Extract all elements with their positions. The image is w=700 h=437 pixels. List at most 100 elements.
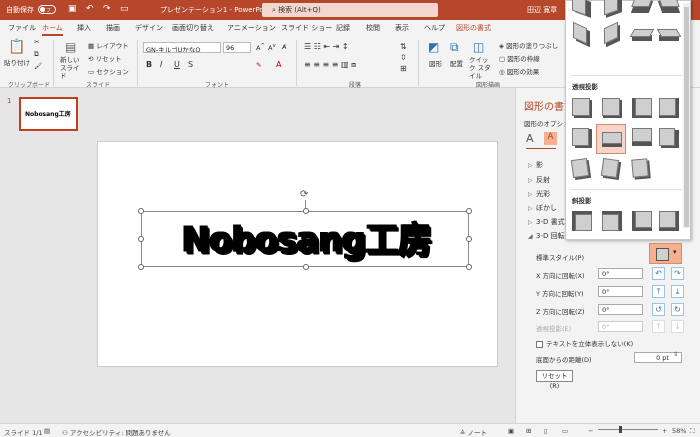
section-glow[interactable]: ▷ 光彩 [528, 189, 550, 199]
preset-oblique-4[interactable] [657, 209, 681, 233]
tab-design[interactable]: デザイン [135, 23, 163, 33]
preset-perspective-11[interactable] [630, 157, 654, 181]
tab-view[interactable]: 表示 [395, 23, 409, 33]
text-effects-icon[interactable]: A [544, 132, 557, 145]
section-shadow[interactable]: ▷ 影 [528, 160, 543, 170]
rotate-up-icon[interactable]: ⤒ [652, 285, 665, 298]
resize-handle[interactable] [138, 208, 144, 214]
italic-button[interactable]: I [160, 60, 162, 69]
font-size-select[interactable]: 96 [223, 42, 251, 53]
section-3d-format[interactable]: ▷ 3-D 書式 [528, 217, 565, 227]
preset-perspective-10[interactable] [600, 157, 624, 181]
gallery-scrollbar[interactable] [683, 3, 690, 228]
preset-perspective-1[interactable] [570, 96, 594, 120]
resize-handle[interactable] [466, 236, 472, 242]
text-options-icon[interactable]: A [526, 132, 534, 145]
shrink-font-icon[interactable]: Av [268, 43, 276, 52]
resize-handle[interactable] [466, 208, 472, 214]
preset-perspective-2[interactable] [600, 96, 624, 120]
preset-perspective-7[interactable] [630, 126, 654, 150]
resize-handle[interactable] [466, 264, 472, 270]
font-name-select[interactable]: GN-キルゴUかなO [143, 42, 221, 53]
new-slide-icon[interactable]: ▤ [65, 40, 76, 54]
preset-oblique-2[interactable] [600, 209, 624, 233]
tab-slideshow[interactable]: スライド ショー [281, 23, 332, 33]
zoom-slider-thumb[interactable] [619, 426, 622, 433]
copy-icon[interactable]: ⧉ [34, 50, 39, 59]
preset-parallel-1[interactable] [570, 0, 594, 19]
redo-icon[interactable]: ↷ [103, 4, 111, 14]
tab-animations[interactable]: アニメーション [227, 23, 276, 33]
preset-perspective-selected[interactable] [596, 124, 626, 154]
resize-handle[interactable] [138, 264, 144, 270]
resize-handle[interactable] [303, 208, 309, 214]
align-text-icon[interactable]: ⇳ [400, 53, 407, 62]
grow-font-icon[interactable]: A^ [256, 43, 265, 52]
preset-parallel-6[interactable] [600, 21, 624, 48]
arrange-button[interactable]: 配置 [450, 58, 463, 68]
rotate-cw-icon[interactable]: ↻ [671, 303, 684, 316]
reset-slide-button[interactable]: ⟲ リセット [88, 53, 122, 63]
scrollbar-thumb[interactable] [684, 7, 689, 227]
slide-sorter-icon[interactable]: ⊞ [526, 427, 531, 435]
keep-flat-checkbox[interactable]: テキストを立体表示しない(K) [536, 338, 633, 348]
zoom-slider[interactable] [598, 429, 658, 430]
shadow-button[interactable]: S [188, 60, 193, 69]
rotate-left-icon[interactable]: ↶ [652, 267, 665, 280]
paste-button[interactable]: 貼り付け [4, 57, 30, 67]
proofing-icon[interactable]: ▤ [44, 427, 50, 435]
section-soft-edges[interactable]: ▷ ぼかし [528, 203, 557, 213]
preset-parallel-3[interactable] [630, 0, 654, 19]
preset-oblique-1[interactable] [570, 209, 594, 233]
preset-perspective-8[interactable] [657, 126, 681, 150]
cut-icon[interactable]: ✂ [34, 38, 39, 46]
x-rotation-input[interactable]: 0° [598, 268, 643, 279]
zoom-in-icon[interactable]: + [662, 427, 667, 435]
reset-button[interactable]: リセット(R) [536, 370, 573, 390]
slideshow-view-icon[interactable]: ▭ [562, 427, 568, 435]
zoom-level[interactable]: 58% [672, 427, 686, 435]
section-3d-rotation[interactable]: ◢ 3-D 回転 [528, 231, 565, 241]
layout-button[interactable]: ▦ レイアウト [88, 40, 129, 50]
tab-insert[interactable]: 挿入 [77, 23, 91, 33]
section-button[interactable]: ▭ セクション [88, 66, 129, 76]
tab-transitions[interactable]: 画面切り替え [172, 23, 214, 33]
bullets-icon[interactable]: ☰ ☷ ⇤ ⇥ ↕ [304, 42, 349, 51]
tab-home[interactable]: ホーム [42, 23, 63, 36]
section-reflection[interactable]: ▷ 反射 [528, 175, 550, 185]
preset-perspective-4[interactable] [657, 96, 681, 120]
preset-dropdown-button[interactable]: ▾ [649, 243, 682, 264]
rotate-ccw-icon[interactable]: ↺ [652, 303, 665, 316]
z-rotation-input[interactable]: 0° [598, 304, 643, 315]
text-direction-icon[interactable]: ⇅ [400, 42, 407, 51]
shape-outline-button[interactable]: ▢ 図形の枠線 [499, 53, 540, 63]
bold-button[interactable]: B [146, 60, 152, 69]
rotate-handle-icon[interactable]: ⟳ [300, 190, 310, 200]
preset-oblique-3[interactable] [630, 209, 654, 233]
wordart-text[interactable]: Nobosang工房 [142, 211, 470, 270]
reading-view-icon[interactable]: ▯ [544, 427, 548, 435]
user-name[interactable]: 田辺 寛章 [527, 5, 557, 15]
tab-review[interactable]: 校閲 [366, 23, 380, 33]
wordart-textbox[interactable]: Nobosang工房 [138, 208, 472, 270]
save-icon[interactable]: ▣ [68, 4, 77, 14]
quick-styles-icon[interactable]: ◫ [473, 40, 484, 54]
notes-button[interactable]: ≙ ノート [460, 427, 487, 437]
new-slide-button[interactable]: 新しい スライド [60, 56, 84, 80]
slideshow-icon[interactable]: ▭ [120, 4, 129, 14]
accessibility-status[interactable]: ⚇ アクセシビリティ: 問題ありません [62, 427, 171, 437]
shape-effects-button[interactable]: ◎ 図形の効果 [499, 66, 539, 76]
preset-parallel-7[interactable] [629, 23, 655, 47]
format-painter-icon[interactable]: 🖌 [34, 62, 42, 70]
preset-perspective-3[interactable] [630, 96, 654, 120]
tab-draw[interactable]: 描画 [106, 23, 120, 33]
tab-record[interactable]: 記録 [336, 23, 350, 33]
spinner-icon[interactable]: ⇕ [673, 351, 678, 358]
rotate-right-icon[interactable]: ↷ [671, 267, 684, 280]
align-icons[interactable]: ≡ ≡ ≡ ≡ ▥ ⧈ [304, 60, 356, 70]
resize-handle[interactable] [138, 236, 144, 242]
undo-icon[interactable]: ↶ [86, 4, 94, 14]
quick-styles-button[interactable]: クイック スタイル [469, 56, 493, 80]
zoom-out-icon[interactable]: − [588, 427, 593, 435]
smartart-icon[interactable]: ⊞ [400, 64, 407, 73]
